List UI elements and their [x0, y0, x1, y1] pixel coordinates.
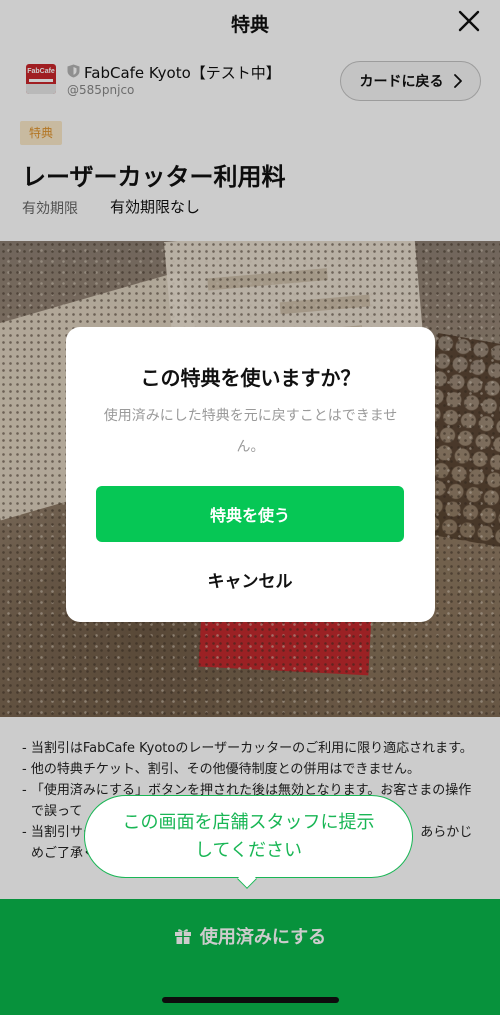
dialog-title: この特典を使いますか？: [140, 366, 361, 390]
tooltip-line-1: この画面を店舗スタッフに提示: [122, 812, 375, 833]
cancel-button[interactable]: キャンセル: [96, 559, 404, 599]
dialog-message: 使用済みにした特典を元に戻すことはできません。: [103, 408, 398, 455]
tooltip-line-2: してください: [195, 840, 302, 861]
use-coupon-button[interactable]: 特典を使う: [96, 486, 404, 542]
confirm-dialog: この特典を使いますか？ 使用済みにした特典を元に戻すことはできません。 特典を使…: [66, 327, 435, 622]
staff-tooltip: この画面を店舗スタッフに提示 してください: [84, 795, 413, 878]
